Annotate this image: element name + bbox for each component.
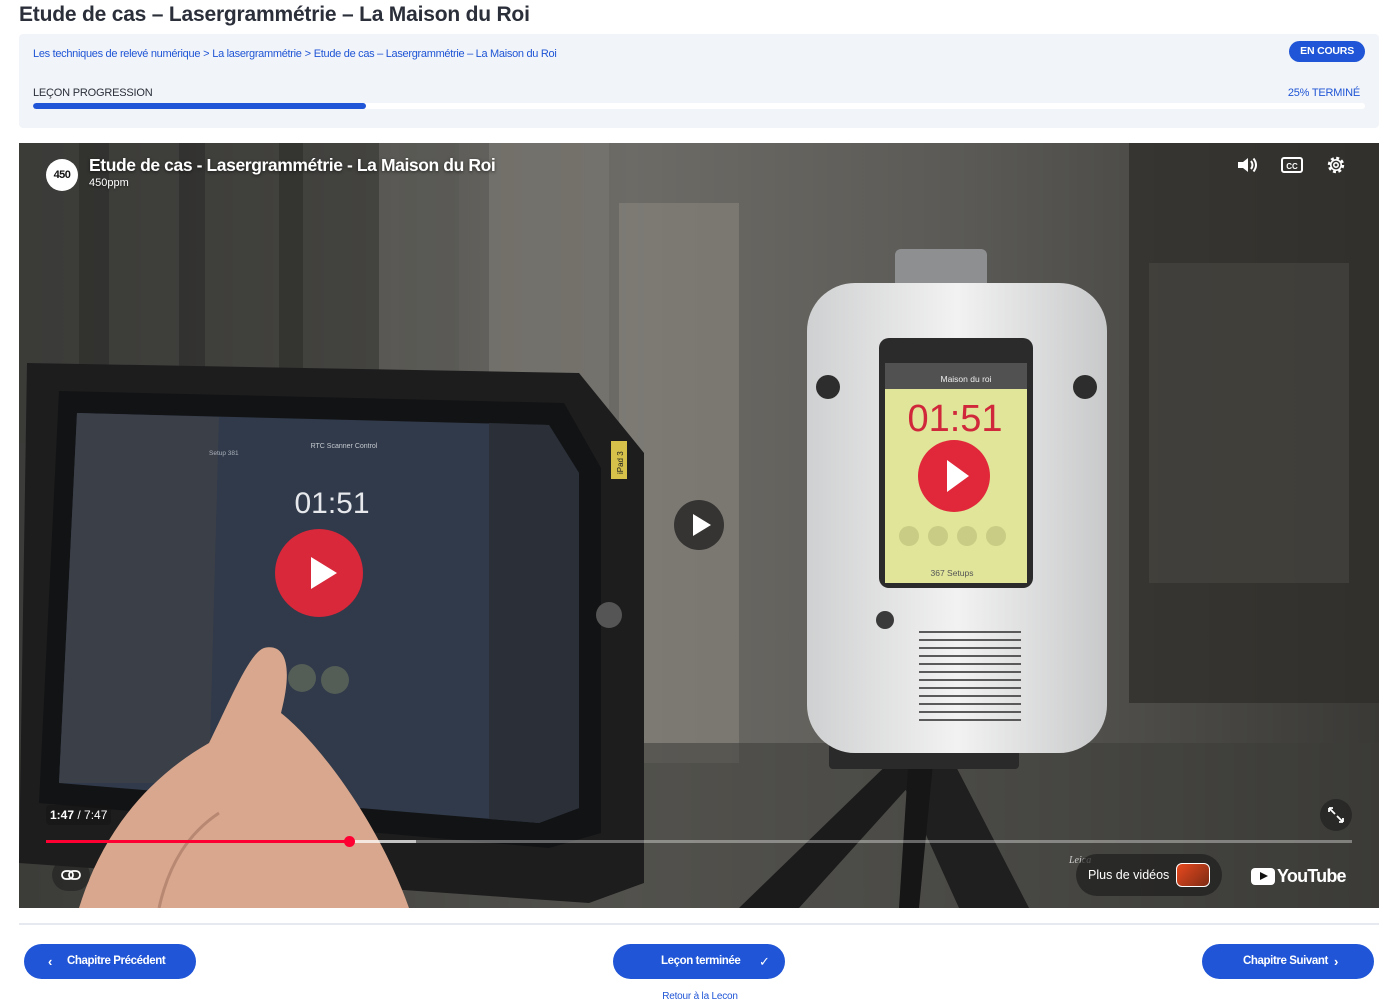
- youtube-logo[interactable]: YouTube: [1251, 865, 1347, 887]
- scanner-screen-title: Maison du roi: [940, 374, 991, 384]
- settings-gear-icon[interactable]: [1324, 155, 1348, 175]
- captions-icon[interactable]: CC: [1280, 155, 1304, 175]
- next-chapter-label: Chapitre Suivant: [1243, 955, 1328, 967]
- seek-played: [46, 840, 349, 843]
- progress-track: [33, 103, 1365, 109]
- tablet-timer: 01:51: [294, 487, 369, 520]
- svg-text:CC: CC: [1286, 162, 1298, 171]
- current-time: 1:47: [50, 808, 75, 822]
- tablet-app-title: RTC Scanner Control: [311, 443, 378, 450]
- video-player[interactable]: Maison du roi 01:51 367 Setups Leica 01:…: [19, 143, 1379, 908]
- chevron-left-icon: ‹: [48, 954, 52, 969]
- seek-handle[interactable]: [343, 836, 355, 847]
- previous-chapter-label: Chapitre Précédent: [67, 955, 166, 967]
- scanner-setups: 367 Setups: [930, 568, 973, 578]
- seek-bar[interactable]: [46, 836, 1352, 847]
- play-button[interactable]: [674, 500, 724, 550]
- lesson-complete-button[interactable]: Leçon terminée ✓: [613, 944, 785, 979]
- lesson-complete-label: Leçon terminée: [661, 955, 741, 967]
- scanner-timer: 01:51: [907, 398, 1002, 440]
- youtube-label: YouTube: [1277, 865, 1347, 886]
- volume-icon[interactable]: [1236, 155, 1260, 175]
- breadcrumb-separator: >: [203, 48, 210, 60]
- breadcrumb-item-current[interactable]: Etude de cas – Lasergrammétrie – La Mais…: [314, 48, 557, 60]
- tablet-side-label: iPad 3: [616, 451, 625, 474]
- link-icon: [61, 870, 81, 880]
- breadcrumb-separator: >: [304, 48, 311, 60]
- tablet-setup-label: Setup 381: [209, 450, 239, 457]
- previous-chapter-button[interactable]: ‹ Chapitre Précédent: [24, 944, 196, 979]
- more-videos-thumbnail: [1176, 863, 1210, 887]
- chevron-right-icon: ›: [1334, 954, 1338, 969]
- expand-icon: [1328, 807, 1344, 823]
- progress-label: LEÇON PROGRESSION: [33, 87, 153, 99]
- progress-percent: 25% TERMINÉ: [1287, 87, 1360, 99]
- next-chapter-button[interactable]: Chapitre Suivant ›: [1202, 944, 1374, 979]
- copy-link-button[interactable]: [52, 859, 90, 891]
- channel-name[interactable]: 450ppm: [89, 177, 129, 189]
- lesson-progress-card: Les techniques de relevé numérique > La la…: [19, 34, 1379, 128]
- channel-logo[interactable]: 450: [46, 159, 78, 191]
- time-display: 1:47 / 7:47: [46, 805, 112, 825]
- duration: 7:47: [84, 808, 108, 822]
- more-videos-label: Plus de vidéos: [1088, 868, 1170, 882]
- more-videos-button[interactable]: Plus de vidéos: [1076, 854, 1222, 896]
- page-title: Etude de cas – Lasergrammétrie – La Mais…: [19, 3, 530, 26]
- back-to-lesson-link[interactable]: Retour à la Leçon: [0, 991, 1400, 999]
- breadcrumb: Les techniques de relevé numérique > La la…: [33, 48, 557, 60]
- status-badge: EN COURS: [1289, 41, 1365, 62]
- progress-fill: [33, 103, 366, 109]
- breadcrumb-item-techniques[interactable]: Les techniques de relevé numérique: [33, 48, 200, 60]
- breadcrumb-item-lasergrammetrie[interactable]: La lasergrammétrie: [212, 48, 302, 60]
- video-title[interactable]: Etude de cas - Lasergrammétrie - La Mais…: [89, 155, 496, 176]
- fullscreen-button[interactable]: [1320, 799, 1352, 831]
- youtube-play-icon: [1251, 867, 1275, 885]
- check-icon: ✓: [759, 954, 770, 969]
- divider: [19, 923, 1379, 925]
